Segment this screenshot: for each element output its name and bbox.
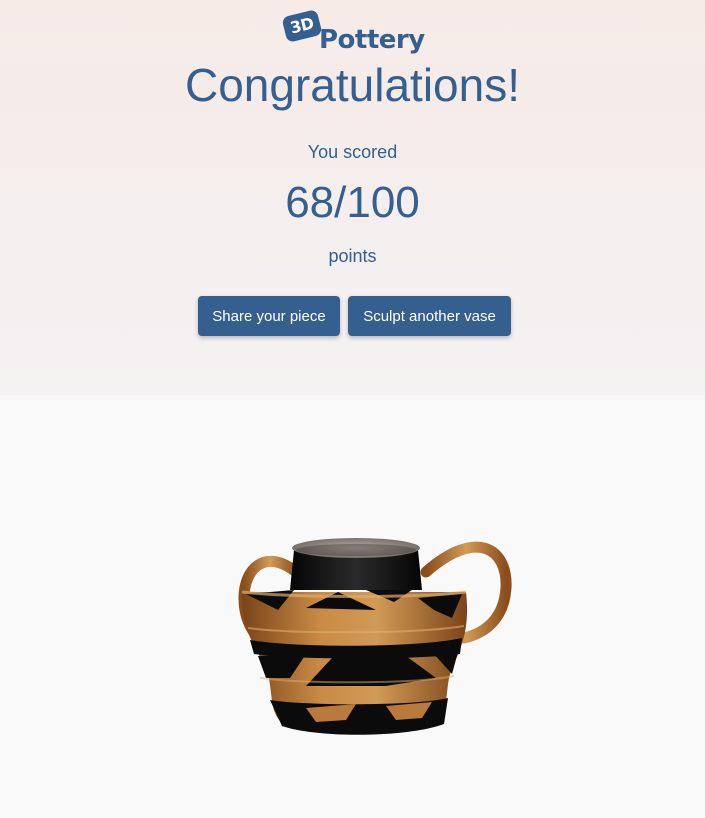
vase-render <box>238 538 512 735</box>
results-header: 3D Pottery Congratulations! You scored 6… <box>0 0 705 395</box>
points-label: points <box>328 246 377 266</box>
page-title: Congratulations! <box>185 59 520 111</box>
share-button[interactable]: Share your piece <box>198 296 340 336</box>
logo-wordmark: Pottery <box>319 25 425 55</box>
logo-badge: 3D <box>281 9 323 43</box>
score-label: You scored <box>307 142 398 162</box>
sculpt-another-button[interactable]: Sculpt another vase <box>348 296 511 336</box>
score-value: 68/100 <box>285 178 420 227</box>
app-logo[interactable]: 3D Pottery <box>281 9 431 58</box>
